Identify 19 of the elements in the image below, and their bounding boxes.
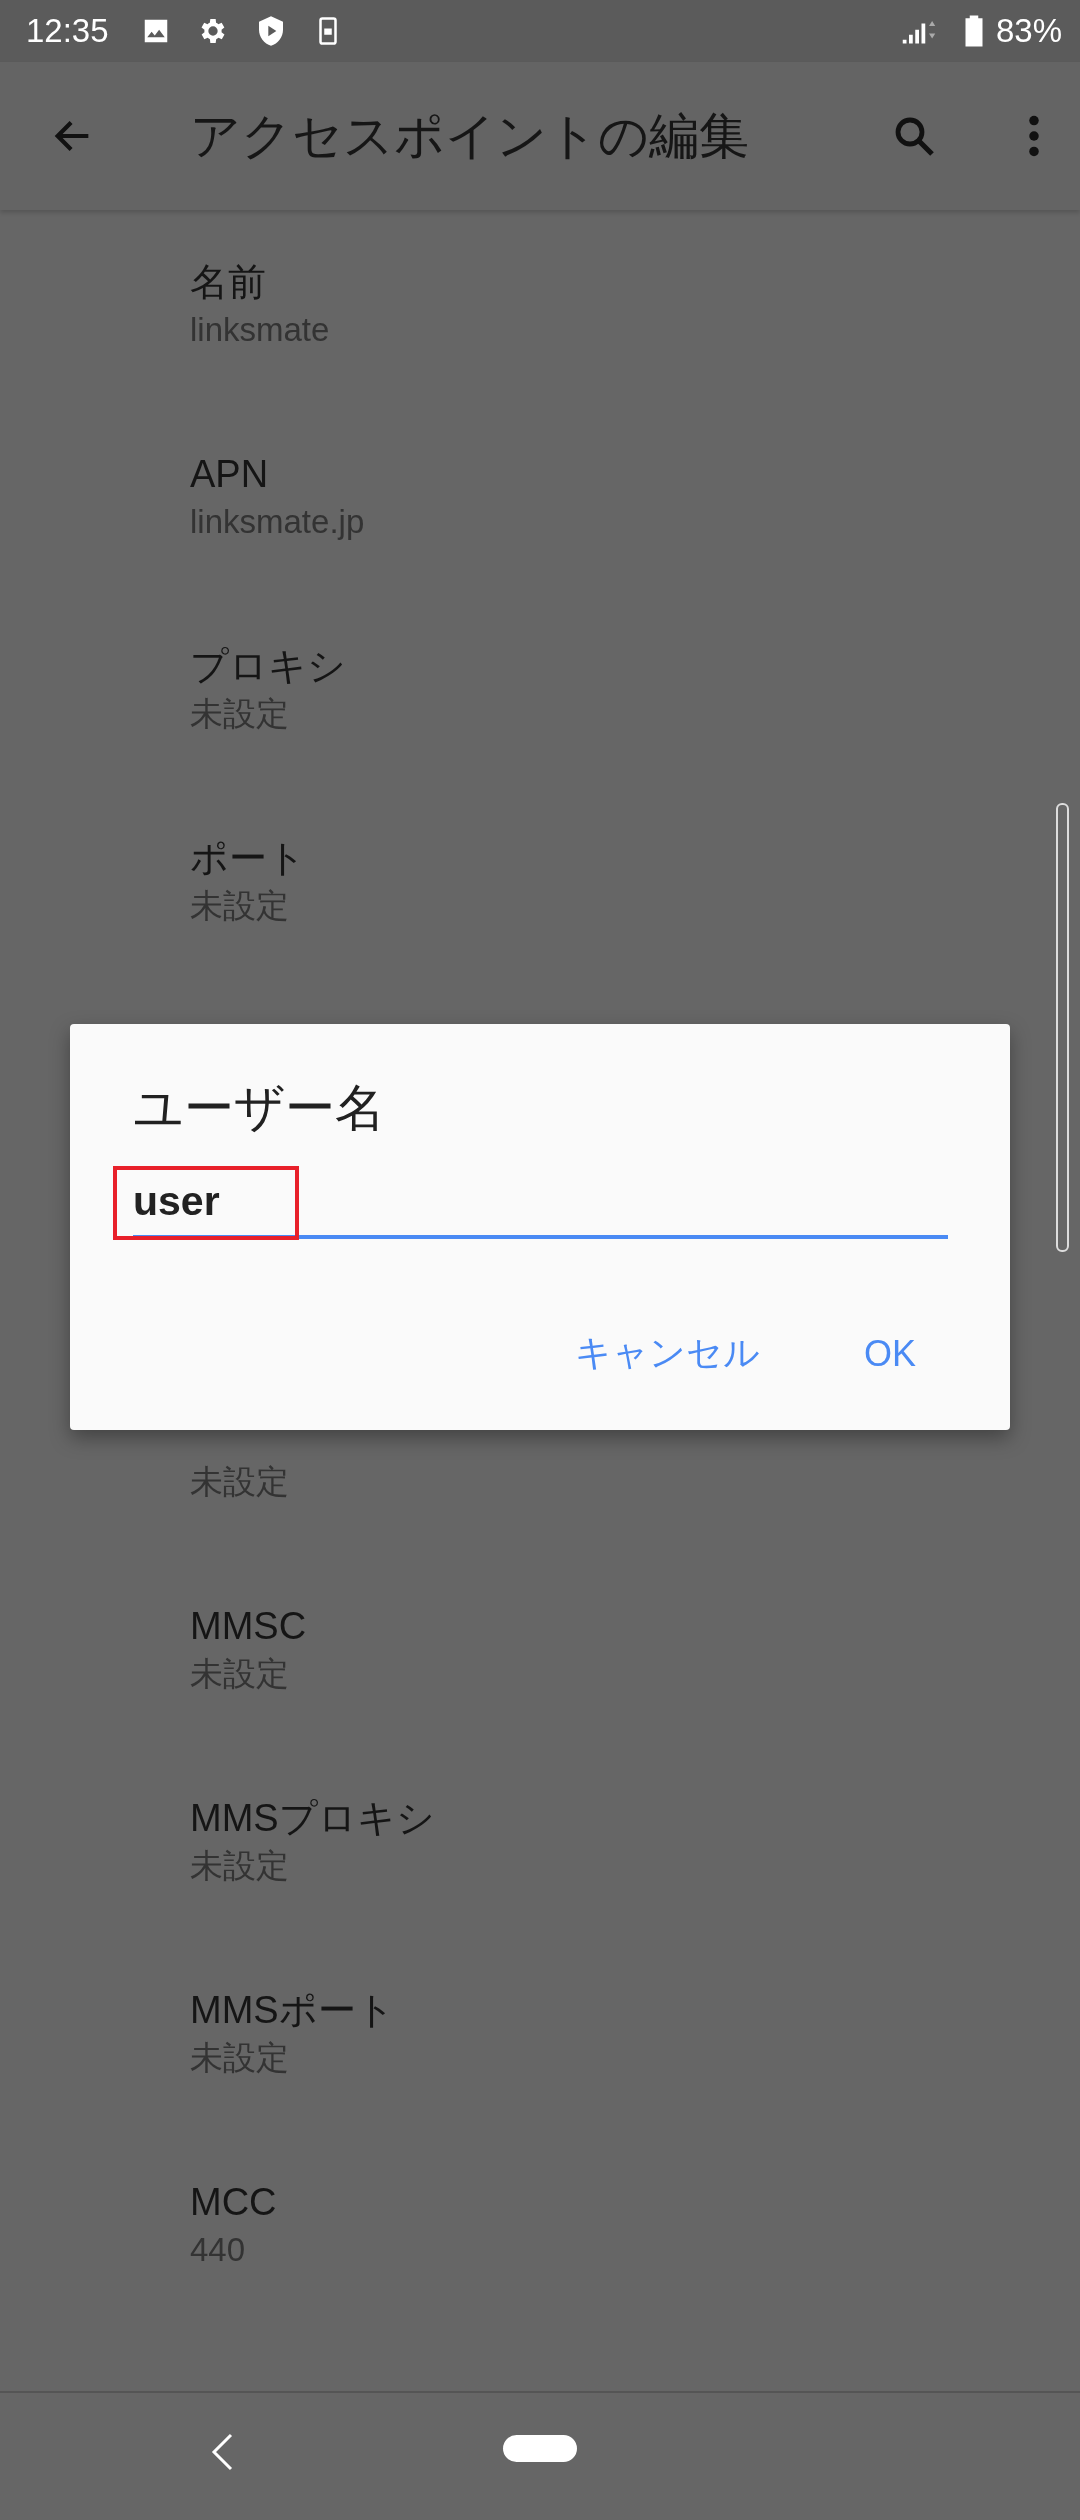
setting-title[interactable]: 名前 bbox=[190, 257, 266, 307]
setting-title[interactable]: MMSプロキシ bbox=[190, 1793, 435, 1843]
setting-title[interactable]: APN bbox=[190, 449, 269, 499]
setting-title[interactable]: MMSポート bbox=[190, 1985, 395, 2035]
dialog-title: ユーザー名 bbox=[133, 1079, 386, 1138]
back-icon[interactable] bbox=[210, 2432, 234, 2472]
username-field[interactable]: user bbox=[133, 1174, 948, 1239]
setting-title[interactable]: MMSC bbox=[190, 1601, 307, 1651]
battery-icon bbox=[963, 14, 984, 48]
setting-title[interactable]: MCC bbox=[190, 2177, 277, 2227]
menu-icon[interactable] bbox=[1028, 115, 1040, 157]
battery-percent: 83% bbox=[995, 12, 1062, 50]
ok-button[interactable]: OK bbox=[854, 1323, 926, 1384]
setting-title[interactable]: ポート bbox=[190, 833, 306, 883]
status-time: 12:35 bbox=[26, 12, 109, 50]
home-pill[interactable] bbox=[503, 2435, 577, 2462]
screen-title: アクセスポイントの編集 bbox=[190, 106, 749, 166]
setting-title[interactable]: プロキシ bbox=[190, 641, 346, 691]
cancel-button[interactable]: キャンセル bbox=[565, 1323, 770, 1384]
